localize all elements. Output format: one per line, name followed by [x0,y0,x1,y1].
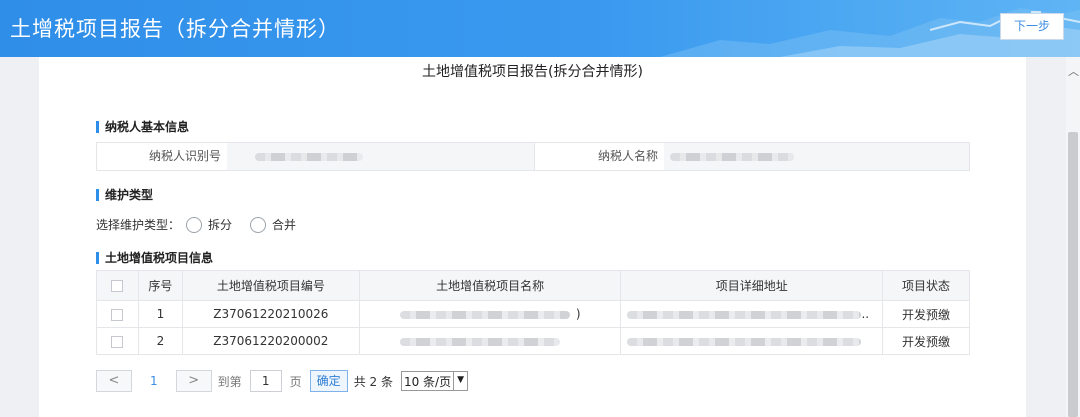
col-header-name: 土地增值税项目名称 [358,270,622,301]
row-checkbox[interactable] [111,335,124,348]
redacted-text [627,338,862,346]
row-select-cell[interactable] [96,300,139,328]
section-project-info: 土地增值税项目信息 [96,252,213,264]
chevron-down-icon[interactable]: ▼ [453,372,467,390]
maintenance-type-prompt: 选择维护类型： [96,218,181,232]
report-title: 土地增值税项目报告(拆分合并情形) [422,64,643,80]
scroll-up-icon[interactable]: ︿ [1068,63,1079,79]
select-all-checkbox[interactable] [111,280,124,292]
redacted-text [627,311,862,319]
page-number-1[interactable]: 1 [150,374,158,388]
row-code: Z37061220210026 [181,300,360,328]
next-page-button[interactable]: > [175,370,212,392]
row-address: .. [620,300,884,328]
vertical-scrollbar[interactable]: ︿ [1066,57,1080,417]
next-step-button[interactable]: 下一步 [1000,13,1064,40]
page-size-select[interactable]: 10 条/页 ▼ [400,371,469,391]
taxpayer-id-value [227,143,534,170]
row-seq: 1 [137,300,183,328]
taxpayer-name-value [664,143,969,170]
page-unit-label: 页 [289,374,302,389]
radio-merge-label[interactable]: 合并 [272,216,296,233]
row-code: Z37061220200002 [181,327,360,355]
row-checkbox[interactable] [111,308,124,321]
row-seq: 2 [137,327,183,355]
radio-split[interactable] [186,216,203,233]
row-select-cell[interactable] [96,327,139,355]
col-header-address: 项目详细地址 [620,270,884,301]
taxpayer-id-label: 纳税人识别号 [97,143,227,170]
row-address [620,327,884,355]
page-size-value: 10 条/页 [403,374,452,389]
section-taxpayer-info: 纳税人基本信息 [96,121,189,133]
row-name-suffix: ) [575,307,581,321]
prev-page-button[interactable]: < [96,370,132,392]
project-table: 序号 土地增值税项目编号 土地增值税项目名称 项目详细地址 项目状态 1 Z37… [96,270,970,355]
redacted-text [670,153,794,161]
redacted-text [399,311,570,319]
row-address-suffix: .. [861,307,870,321]
col-header-seq: 序号 [137,270,183,301]
goto-page-input[interactable]: 1 [249,370,282,392]
total-count: 共 2 条 [353,374,393,389]
pagination: < 1 > 到第 1 页 确定 共 2 条 10 条/页 ▼ [96,370,469,392]
row-name: ) [358,300,622,328]
table-row[interactable]: 1 Z37061220210026 ) .. 开发预缴 [96,300,970,328]
page-title: 土增税项目报告（拆分合并情形） [10,17,340,41]
table-row[interactable]: 2 Z37061220200002 开发预缴 [96,327,970,355]
col-header-code: 土地增值税项目编号 [181,270,360,301]
app-header: 土增税项目报告（拆分合并情形） 下一步 [0,0,1080,57]
row-name [358,327,622,355]
section-maintenance-type: 维护类型 [96,189,153,201]
confirm-button[interactable]: 确定 [309,370,348,392]
report-panel: 土地增值税项目报告(拆分合并情形) 纳税人基本信息 纳税人识别号 纳税人名称 维… [39,57,1026,417]
row-status: 开发预缴 [882,300,970,328]
maintenance-type-selector: 选择维护类型： 拆分 合并 [96,216,296,233]
redacted-text [399,338,560,346]
taxpayer-info-table: 纳税人识别号 纳税人名称 [96,142,970,171]
radio-split-label[interactable]: 拆分 [208,216,232,233]
goto-label: 到第 [217,374,242,389]
select-all-cell[interactable] [96,270,139,301]
row-status: 开发预缴 [882,327,970,355]
scrollbar-thumb[interactable] [1068,132,1078,417]
col-header-status: 项目状态 [882,270,970,301]
taxpayer-name-label: 纳税人名称 [534,143,664,170]
radio-merge[interactable] [250,216,267,233]
redacted-text [255,153,363,161]
